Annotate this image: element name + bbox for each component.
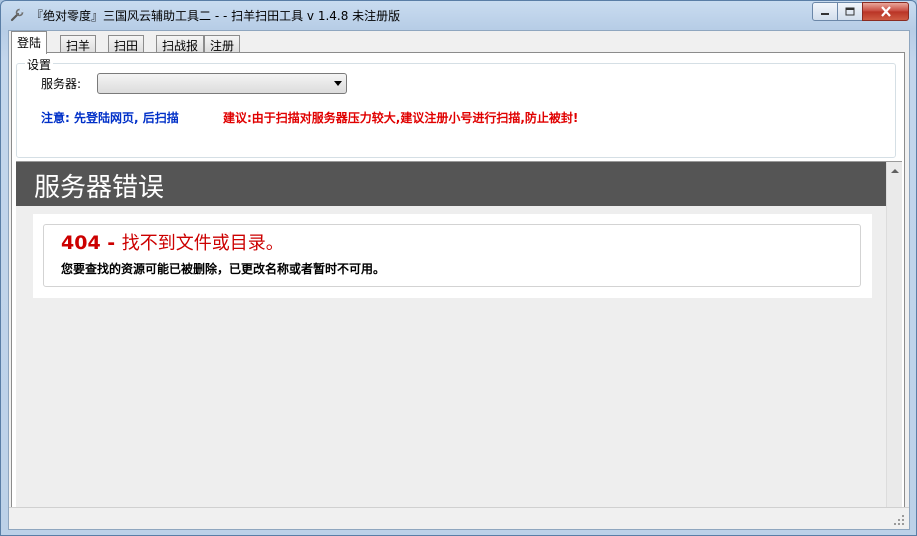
tab-register[interactable]: 注册 — [204, 35, 241, 53]
tab-label: 扫战报 — [162, 39, 199, 53]
settings-group: 设置 服务器: 注意: 先登陆网页, 后扫描 建议:由于扫描对服务器压力较大,建… — [16, 56, 896, 158]
close-button[interactable] — [862, 2, 909, 21]
error-panel: 404 - 找不到文件或目录。 您要查找的资源可能已被删除，已更改名称或者暂时不… — [43, 224, 861, 287]
wrench-icon — [10, 8, 24, 22]
login-notice: 注意: 先登陆网页, 后扫描 — [41, 111, 179, 125]
app-window: 『绝对零度』三国风云辅助工具二 - - 扫羊扫田工具 v 1.4.8 未注册版 … — [0, 0, 917, 536]
error-heading: 404 - 找不到文件或目录。 — [61, 229, 284, 255]
scroll-up-button[interactable] — [887, 162, 902, 179]
server-select[interactable] — [97, 73, 347, 94]
error-content: 404 - 找不到文件或目录。 您要查找的资源可能已被删除，已更改名称或者暂时不… — [33, 214, 872, 298]
error-message: 找不到文件或目录。 — [121, 233, 284, 254]
settings-legend: 设置 — [25, 56, 54, 73]
tab-label: 注册 — [210, 39, 235, 53]
status-bar — [9, 507, 909, 529]
minimize-icon — [821, 12, 829, 15]
vertical-scrollbar[interactable] — [886, 162, 902, 526]
tab-scan-field[interactable]: 扫田 — [108, 35, 145, 53]
chevron-up-icon — [891, 168, 899, 173]
tab-login[interactable]: 登陆 — [11, 31, 48, 54]
server-label: 服务器: — [41, 77, 82, 91]
error-code: 404 - — [61, 232, 122, 254]
login-tab-panel: 设置 服务器: 注意: 先登陆网页, 后扫描 建议:由于扫描对服务器压力较大,建… — [11, 52, 905, 526]
maximize-icon — [845, 7, 855, 16]
tab-strip: 登陆 扫羊 扫田 扫战报 注册 — [9, 31, 909, 54]
close-icon — [880, 6, 891, 17]
chevron-down-icon — [334, 81, 342, 86]
tab-label: 扫羊 — [66, 39, 91, 53]
tab-scan-sheep[interactable]: 扫羊 — [60, 35, 97, 53]
error-page-title: 服务器错误 — [34, 173, 165, 203]
title-bar[interactable]: 『绝对零度』三国风云辅助工具二 - - 扫羊扫田工具 v 1.4.8 未注册版 — [1, 1, 916, 29]
resize-grip-icon[interactable] — [893, 514, 905, 526]
maximize-button[interactable] — [837, 2, 863, 21]
tab-label: 登陆 — [17, 36, 42, 50]
window-title: 『绝对零度』三国风云辅助工具二 - - 扫羊扫田工具 v 1.4.8 未注册版 — [31, 9, 401, 23]
scan-warning: 建议:由于扫描对服务器压力较大,建议注册小号进行扫描,防止被封! — [223, 111, 579, 125]
error-header: 服务器错误 — [16, 162, 886, 206]
minimize-button[interactable] — [812, 2, 838, 21]
tab-scan-report[interactable]: 扫战报 — [156, 35, 205, 53]
web-browser-view[interactable]: 服务器错误 404 - 找不到文件或目录。 您要查找的资源可能已被删除，已更改名… — [16, 161, 902, 526]
client-area: 登陆 扫羊 扫田 扫战报 注册 设置 服务器: 注意: 先登陆网页, 后扫描 建… — [8, 30, 910, 530]
tab-label: 扫田 — [114, 39, 139, 53]
error-description: 您要查找的资源可能已被删除，已更改名称或者暂时不可用。 — [61, 262, 386, 276]
